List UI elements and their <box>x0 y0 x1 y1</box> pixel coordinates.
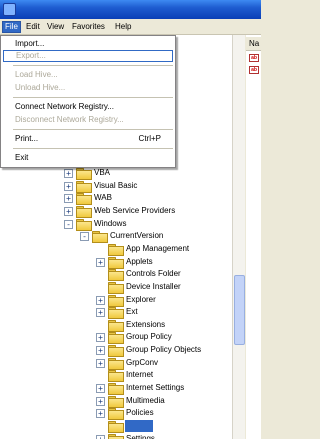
menu-separator <box>13 129 173 130</box>
tree-node-label[interactable]: Internet Settings <box>125 382 185 394</box>
menu-help[interactable]: Help <box>113 21 133 33</box>
title-bar <box>0 0 261 19</box>
menu-item-unload-hive[interactable]: Unload Hive... <box>3 82 173 94</box>
tree-node-label[interactable]: WAB <box>93 192 113 204</box>
tree-node-label[interactable]: Policies <box>125 407 155 419</box>
folder-icon <box>108 307 124 320</box>
tree-node-label[interactable]: VBA <box>93 167 111 179</box>
expand-icon[interactable]: + <box>96 308 105 318</box>
folder-icon <box>108 281 124 294</box>
menu-item-print-label: Print... <box>15 134 39 143</box>
tree-node-label[interactable]: App Management <box>125 243 190 255</box>
menu-item-export[interactable]: Export... <box>3 50 173 62</box>
folder-icon <box>76 180 92 193</box>
tree-node-label[interactable]: Group Policy <box>125 331 173 343</box>
expand-icon[interactable]: + <box>96 396 105 406</box>
expand-icon[interactable]: + <box>64 194 73 204</box>
folder-icon <box>108 256 124 269</box>
folder-icon <box>108 370 124 383</box>
menu-item-print[interactable]: Print... Ctrl+P <box>3 133 173 145</box>
tree-node-label[interactable]: Device Installer <box>125 281 182 293</box>
menu-file[interactable]: File <box>2 21 21 33</box>
tree-node-label[interactable]: Visual Basic <box>93 180 138 192</box>
folder-icon <box>108 433 124 439</box>
folder-icon <box>108 319 124 332</box>
menu-separator <box>13 65 173 66</box>
folder-icon <box>108 383 124 396</box>
tree-node-label[interactable]: Extensions <box>125 319 166 331</box>
tree-node-label[interactable]: GrpConv <box>125 357 159 369</box>
scrollbar-thumb[interactable] <box>234 275 245 345</box>
collapse-icon[interactable]: - <box>64 219 73 229</box>
string-value-icon[interactable]: ab <box>249 54 259 62</box>
tree-vertical-scrollbar[interactable] <box>232 35 245 439</box>
folder-icon <box>76 205 92 218</box>
folder-icon <box>76 168 92 180</box>
expand-icon[interactable]: + <box>64 206 73 216</box>
tree-node-label[interactable]: Web Service Providers <box>93 205 176 217</box>
open-folder-icon <box>108 421 124 433</box>
tree-node-label[interactable]: Settings <box>125 433 156 439</box>
tree-node-label[interactable]: Explorer <box>125 294 157 306</box>
expand-icon[interactable]: + <box>96 333 105 343</box>
menu-separator <box>13 97 173 98</box>
menu-bar: File Edit View Favorites Help <box>0 19 261 35</box>
folder-icon <box>108 345 124 358</box>
folder-icon <box>76 193 92 206</box>
tree-node-label[interactable]: CurrentVersion <box>109 230 164 242</box>
menu-favorites[interactable]: Favorites <box>70 21 107 33</box>
expand-icon[interactable]: + <box>64 169 73 178</box>
expand-icon[interactable]: + <box>96 257 105 267</box>
expand-icon[interactable]: + <box>96 358 105 368</box>
expand-icon[interactable]: + <box>96 434 105 439</box>
folder-icon <box>108 408 124 421</box>
folder-icon <box>108 332 124 345</box>
folder-icon <box>108 243 124 256</box>
folder-icon <box>108 269 124 282</box>
expand-icon[interactable]: + <box>96 295 105 305</box>
menu-item-exit[interactable]: Exit <box>3 152 173 164</box>
folder-icon <box>76 218 92 231</box>
regedit-app-icon[interactable] <box>3 3 16 16</box>
expand-icon[interactable]: + <box>64 181 73 191</box>
tree-node-label-selected[interactable] <box>125 420 153 432</box>
menu-separator <box>13 148 173 149</box>
menu-item-connect-network-registry[interactable]: Connect Network Registry... <box>3 101 173 113</box>
menu-item-disconnect-network-registry[interactable]: Disconnect Network Registry... <box>3 114 173 126</box>
string-value-icon[interactable]: ab <box>249 66 259 74</box>
folder-icon <box>92 231 108 244</box>
expand-icon[interactable]: + <box>96 384 105 394</box>
menu-edit[interactable]: Edit <box>24 21 42 33</box>
column-header-name[interactable]: Na <box>246 37 261 51</box>
values-pane[interactable]: Na ab ab <box>246 35 261 439</box>
expand-icon[interactable]: + <box>96 346 105 356</box>
tree-node-label[interactable]: Group Policy Objects <box>125 344 202 356</box>
menu-item-load-hive[interactable]: Load Hive... <box>3 69 173 81</box>
menu-view[interactable]: View <box>45 21 66 33</box>
tree-node-label[interactable]: Applets <box>125 256 154 268</box>
collapse-icon[interactable]: - <box>80 232 89 242</box>
tree-node-label[interactable]: Multimedia <box>125 395 166 407</box>
folder-icon <box>108 357 124 370</box>
tree-node-label[interactable]: Internet <box>125 369 154 381</box>
tree-node-label[interactable]: Controls Folder <box>125 268 182 280</box>
folder-icon <box>108 395 124 408</box>
menu-item-print-shortcut: Ctrl+P <box>138 134 161 143</box>
file-menu-dropdown: Import... Export... Load Hive... Unload … <box>0 35 176 168</box>
tree-node-label[interactable]: Ext <box>125 306 139 318</box>
expand-icon[interactable]: + <box>96 409 105 419</box>
tree-node-label[interactable]: Windows <box>93 218 127 230</box>
folder-icon <box>108 294 124 307</box>
menu-item-import[interactable]: Import... <box>3 38 173 50</box>
